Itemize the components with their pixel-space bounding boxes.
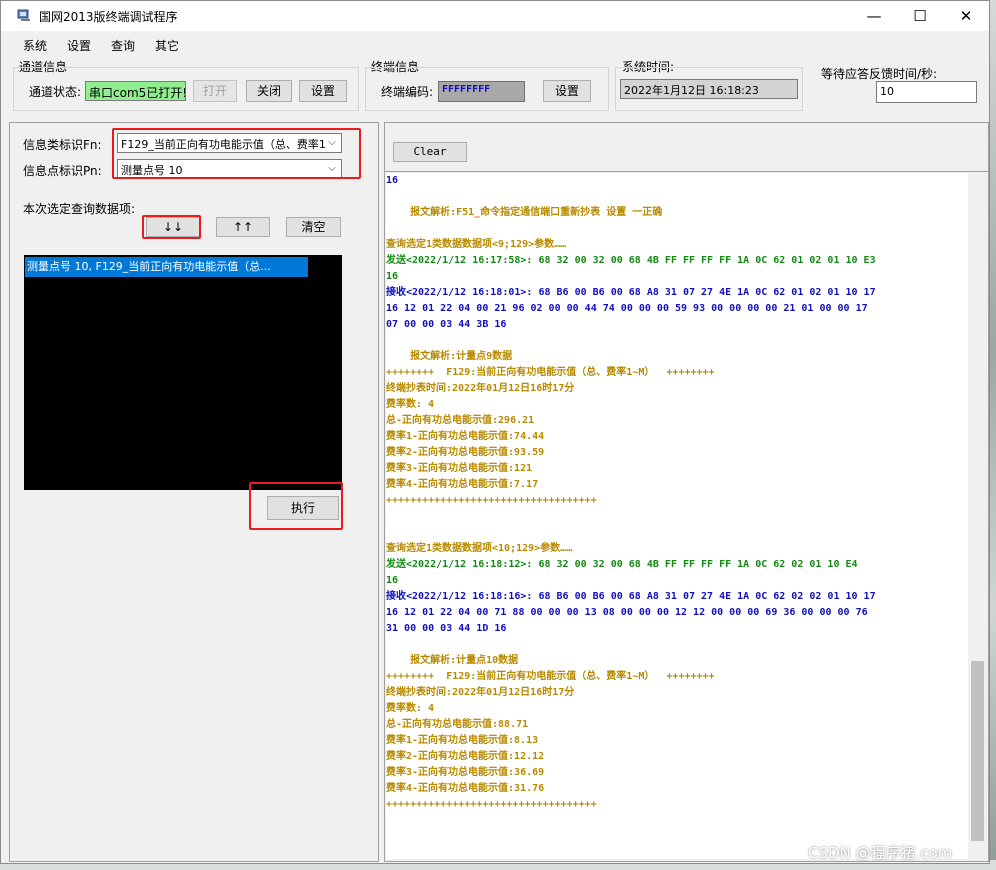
log-line: 报文解析:F51_命令指定通信端口重新抄表 设置 一正确 [386,207,663,218]
log-line: 终端抄表时间:2022年01月12日16时17分 [386,383,575,394]
log-line: 报文解析:计量点9数据 [386,351,513,362]
log-line: 16 [386,271,399,282]
log-line: 接收<2022/1/12 16:18:16>: 68 B6 00 B6 00 6… [386,591,876,602]
log-output[interactable]: 16 报文解析:F51_命令指定通信端口重新抄表 设置 一正确 查询选定1类数据数… [386,173,968,859]
log-line: 报文解析:计量点10数据 [386,655,519,666]
list-item[interactable]: 测量点号 10, F129_当前正向有功电能示值（总... [25,257,308,277]
log-line: 费率1-正向有功总电能示值:74.44 [386,431,545,442]
log-line: 16 12 01 22 04 00 71 88 00 00 00 13 08 0… [386,607,868,618]
log-line: 总-正向有功总电能示值:296.21 [386,415,535,426]
log-line: 费率4-正向有功总电能示值:31.76 [386,783,545,794]
menu-bar: 系统 设置 查询 其它 [1,31,989,57]
clear-items-button[interactable]: 清空 [286,217,341,237]
menu-settings[interactable]: 设置 [67,37,91,54]
log-scrollbar-thumb[interactable] [971,661,984,841]
minimize-button[interactable]: — [851,1,897,31]
log-line: 查询选定1类数据数据项<10;129>参数…… [386,543,573,554]
log-line: 16 12 01 22 04 00 21 96 02 00 00 44 74 0… [386,303,868,314]
channel-settings-button[interactable]: 设置 [299,80,347,102]
close-port-button[interactable]: 关闭 [246,80,292,102]
log-line: +++++++++++++++++++++++++++++++++++ [386,495,597,506]
log-line: 总-正向有功总电能示值:88.71 [386,719,529,730]
channel-status-label: 通道状态: [29,85,82,99]
log-line: ++++++++ F129:当前正向有功电能示值（总、费率1~M） ++++++… [386,367,715,378]
log-line: 接收<2022/1/12 16:18:01>: 68 B6 00 B6 00 6… [386,287,876,298]
log-line: 费率数: 4 [386,399,435,410]
app-window: 国网2013版终端调试程序 — ☐ ✕ 系统 设置 查询 其它 通道信息 通道状… [0,0,990,864]
system-time-field: 2022年1月12日 16:18:23 [620,79,798,99]
highlight-box-add [142,215,201,239]
menu-other[interactable]: 其它 [155,37,179,54]
menu-query[interactable]: 查询 [111,37,135,54]
response-wait-input[interactable]: 10 [876,81,977,103]
log-line: 终端抄表时间:2022年01月12日16时17分 [386,687,575,698]
selected-items-label: 本次选定查询数据项: [23,202,136,216]
terminal-code-field[interactable]: FFFFFFFF [438,81,525,102]
clear-log-button[interactable]: Clear [393,142,467,162]
watermark-text: CSDN @程序猪.com [808,844,953,862]
menu-system[interactable]: 系统 [23,37,47,54]
title-bar[interactable]: 国网2013版终端调试程序 — ☐ ✕ [1,1,989,31]
log-line: ++++++++ F129:当前正向有功电能示值（总、费率1~M） ++++++… [386,671,715,682]
log-line: 费率2-正向有功总电能示值:12.12 [386,751,545,762]
highlight-box-execute [249,482,343,530]
channel-status-field: 串口com5已打开! [85,81,186,101]
log-line: +++++++++++++++++++++++++++++++++++ [386,799,597,810]
log-line: 费率1-正向有功总电能示值:8.13 [386,735,539,746]
terminal-code-label: 终端编码: [381,85,434,99]
terminal-settings-button[interactable]: 设置 [543,80,591,102]
open-port-button[interactable]: 打开 [193,80,237,102]
highlight-box-combos [112,128,361,179]
log-line: 费率2-正向有功总电能示值:93.59 [386,447,545,458]
fn-label: 信息类标识Fn: [23,138,102,152]
app-icon [17,9,30,21]
log-line: 31 00 00 03 44 1D 16 [386,623,507,634]
log-line: 费率3-正向有功总电能示值:121 [386,463,533,474]
remove-item-button[interactable]: ↑↑ [216,217,270,237]
response-wait-label: 等待应答反馈时间/秒: [821,67,938,81]
log-line: 发送<2022/1/12 16:18:12>: 68 32 00 32 00 6… [386,559,858,570]
log-line: 发送<2022/1/12 16:17:58>: 68 32 00 32 00 6… [386,255,876,266]
log-line: 07 00 00 03 44 3B 16 [386,319,507,330]
close-button[interactable]: ✕ [943,1,989,31]
selected-items-list[interactable]: 测量点号 10, F129_当前正向有功电能示值（总... [24,255,342,490]
window-title: 国网2013版终端调试程序 [39,10,178,24]
log-line: 费率3-正向有功总电能示值:36.69 [386,767,545,778]
log-line: 16 [386,575,399,586]
log-line: 查询选定1类数据数据项<9;129>参数…… [386,239,567,250]
log-line: 费率4-正向有功总电能示值:7.17 [386,479,539,490]
log-line: 费率数: 4 [386,703,435,714]
pn-label: 信息点标识Pn: [23,164,102,178]
maximize-button[interactable]: ☐ [897,1,943,31]
log-toolbar [385,123,988,172]
log-line: 16 [386,175,399,186]
